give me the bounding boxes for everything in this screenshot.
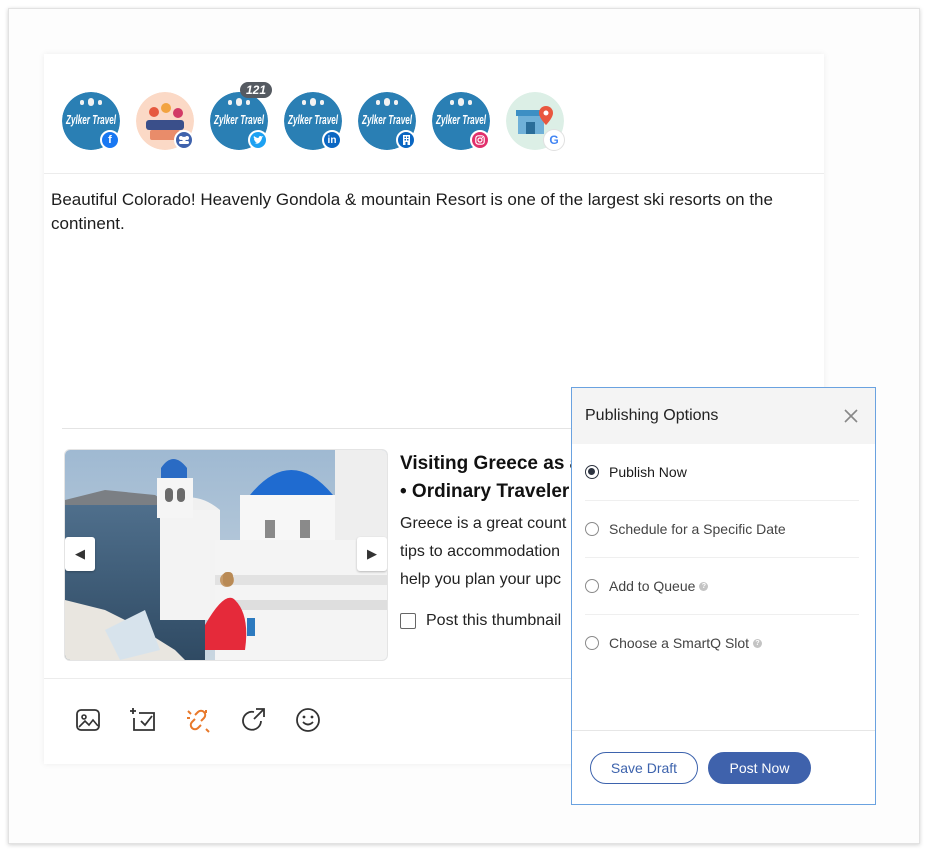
link-preview-desc-line: help you plan your upc xyxy=(400,571,561,588)
badge-glyph: f xyxy=(108,134,112,146)
post-now-button[interactable]: Post Now xyxy=(708,751,811,784)
avatar-logo-text: Zylker Travel xyxy=(287,112,338,127)
panel-footer: Save Draft Post Now xyxy=(572,730,875,804)
radio[interactable] xyxy=(585,636,599,650)
emoji-button[interactable] xyxy=(294,706,322,734)
option-label: Choose a SmartQ Slot xyxy=(609,635,750,651)
option-add-to-queue[interactable]: Add to Queue ? xyxy=(585,558,859,615)
image-icon xyxy=(76,709,100,731)
link-preview-description: Greece is a great count tips to accommod… xyxy=(400,510,586,594)
share-button[interactable] xyxy=(239,706,267,734)
instagram-icon xyxy=(470,130,490,150)
group-icon xyxy=(174,130,194,150)
profile-selector: Zylker Travel f Zylker Travel 121 Zylker… xyxy=(62,82,580,156)
chevron-right-icon: ▶ xyxy=(367,546,377,561)
close-icon[interactable] xyxy=(843,408,859,424)
avatar-logo-text: Zylker Travel xyxy=(213,112,264,127)
post-thumbnail-label: Post this thumbnail xyxy=(426,612,562,629)
linkedin-page-icon xyxy=(396,130,416,150)
add-image-button[interactable] xyxy=(74,706,102,734)
profile-group[interactable] xyxy=(136,92,196,152)
chevron-left-icon: ◀ xyxy=(75,546,85,561)
link-preview-desc-line: Greece is a great count xyxy=(400,515,567,532)
post-thumbnail-option[interactable]: Post this thumbnail xyxy=(400,612,586,630)
post-text-editor[interactable]: Beautiful Colorado! Heavenly Gondola & m… xyxy=(51,188,821,236)
option-smartq-slot[interactable]: Choose a SmartQ Slot ? xyxy=(585,615,859,671)
link-preview-desc-line: tips to accommodation xyxy=(400,543,561,560)
publishing-options-panel: Publishing Options Publish Now Schedule … xyxy=(571,387,876,805)
notification-count: 121 xyxy=(240,82,273,98)
carousel-next-button[interactable]: ▶ xyxy=(357,537,387,571)
divider xyxy=(44,173,824,174)
unlink-icon xyxy=(187,709,210,733)
help-icon[interactable]: ? xyxy=(699,581,709,591)
avatar-logo-text: Zylker Travel xyxy=(65,112,116,127)
profile-facebook[interactable]: Zylker Travel f xyxy=(62,92,122,152)
radio[interactable] xyxy=(585,579,599,593)
linkedin-icon: in xyxy=(322,130,342,150)
profile-instagram[interactable]: Zylker Travel xyxy=(432,92,492,152)
profile-google-business[interactable]: G xyxy=(506,92,566,152)
panel-title: Publishing Options xyxy=(585,407,719,424)
radio[interactable] xyxy=(585,522,599,536)
smiley-icon xyxy=(296,708,320,732)
help-icon[interactable]: ? xyxy=(753,638,763,648)
option-label: Publish Now xyxy=(609,464,687,480)
radio-selected[interactable] xyxy=(585,465,599,479)
share-icon xyxy=(242,708,265,731)
link-preview-title[interactable]: Visiting Greece as a • Ordinary Traveler xyxy=(400,450,600,506)
link-preview-image: ◀ ▶ xyxy=(64,449,388,661)
remove-link-button[interactable] xyxy=(184,706,212,734)
add-video-button[interactable] xyxy=(129,706,157,734)
link-preview-title-line: • Ordinary Traveler xyxy=(400,481,570,502)
badge-glyph: G xyxy=(549,133,559,147)
profile-linkedin-page[interactable]: Zylker Travel xyxy=(358,92,418,152)
google-icon: G xyxy=(544,130,564,150)
post-thumbnail-checkbox[interactable] xyxy=(400,613,416,629)
add-media-icon xyxy=(130,708,155,731)
avatar-logo-text: Zylker Travel xyxy=(361,112,412,127)
save-draft-button[interactable]: Save Draft xyxy=(590,751,698,784)
option-label: Schedule for a Specific Date xyxy=(609,521,786,537)
option-label: Add to Queue xyxy=(609,578,696,594)
facebook-icon: f xyxy=(100,130,120,150)
option-publish-now[interactable]: Publish Now xyxy=(585,444,859,501)
panel-header: Publishing Options xyxy=(572,388,875,444)
composer-toolbar xyxy=(74,706,349,734)
divider xyxy=(62,428,582,429)
profile-linkedin[interactable]: Zylker Travel in xyxy=(284,92,344,152)
carousel-prev-button[interactable]: ◀ xyxy=(65,537,95,571)
profile-twitter[interactable]: Zylker Travel 121 xyxy=(210,82,273,152)
badge-glyph: in xyxy=(327,134,337,146)
link-preview-title-line: Visiting Greece as a xyxy=(400,453,581,474)
avatar-logo-text: Zylker Travel xyxy=(435,112,486,127)
publish-option-list: Publish Now Schedule for a Specific Date… xyxy=(572,444,875,671)
option-schedule-specific-date[interactable]: Schedule for a Specific Date xyxy=(585,501,859,558)
twitter-icon xyxy=(248,130,268,150)
